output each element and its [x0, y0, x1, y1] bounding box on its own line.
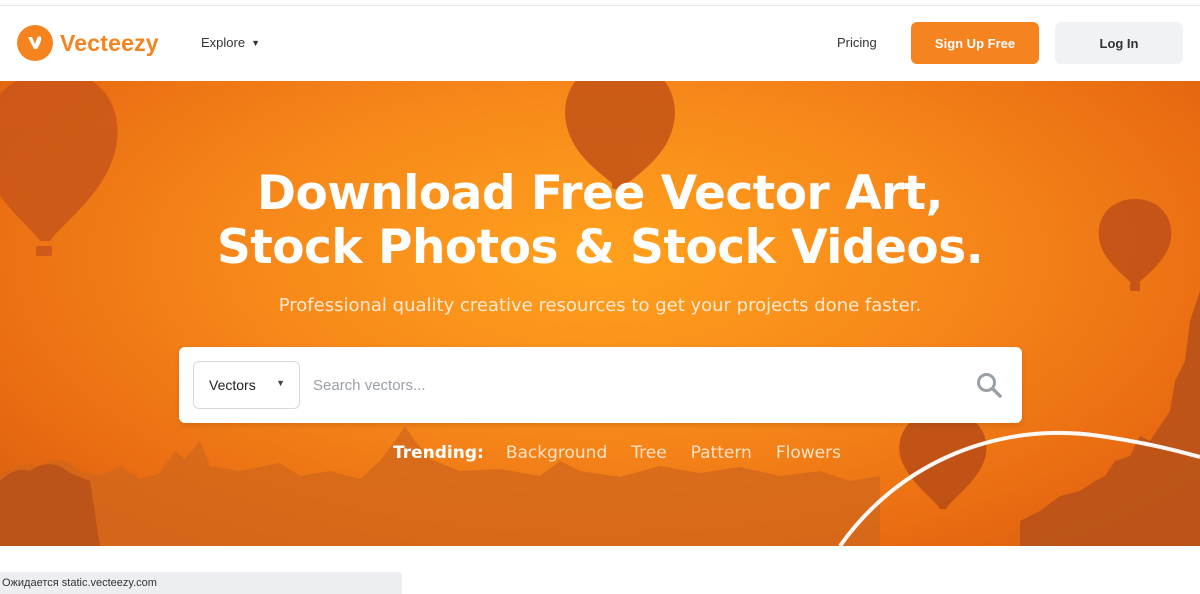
- vecteezy-logo-icon: [17, 25, 53, 61]
- search-input[interactable]: [313, 369, 933, 401]
- logo-text: Vecteezy: [60, 29, 159, 56]
- asset-type-selected: Vectors: [209, 377, 256, 393]
- logo[interactable]: Vecteezy: [17, 25, 159, 61]
- trending-item-tree[interactable]: Tree: [631, 443, 666, 463]
- nav-explore[interactable]: Explore ▼: [201, 35, 260, 50]
- chevron-down-icon: ▼: [251, 37, 260, 48]
- search-icon[interactable]: [975, 371, 1003, 399]
- hero-banner: Download Free Vector Art, Stock Photos &…: [0, 81, 1200, 546]
- site-header: Vecteezy Explore ▼ Pricing Sign Up Free …: [0, 6, 1200, 81]
- trending-item-flowers[interactable]: Flowers: [776, 443, 841, 463]
- trending-searches: Trending: Background Tree Pattern Flower…: [393, 443, 865, 463]
- login-button[interactable]: Log In: [1055, 22, 1183, 64]
- hero-headline-line1: Download Free Vector Art,: [257, 166, 943, 221]
- hero-headline-line2: Stock Photos & Stock Videos.: [216, 220, 984, 275]
- search-bar: Vectors ▼: [179, 347, 1022, 423]
- nav-explore-label: Explore: [201, 35, 246, 50]
- signup-button[interactable]: Sign Up Free: [911, 22, 1039, 64]
- hero-subheadline: Professional quality creative resources …: [278, 295, 922, 316]
- trending-label: Trending:: [393, 443, 484, 463]
- asset-type-select[interactable]: Vectors ▼: [193, 361, 300, 409]
- trending-item-background[interactable]: Background: [506, 443, 607, 463]
- trending-item-pattern[interactable]: Pattern: [691, 443, 752, 463]
- nav-pricing[interactable]: Pricing: [837, 35, 877, 50]
- browser-status-bar: Ожидается static.vecteezy.com: [0, 572, 402, 594]
- chevron-down-icon: ▼: [276, 378, 285, 388]
